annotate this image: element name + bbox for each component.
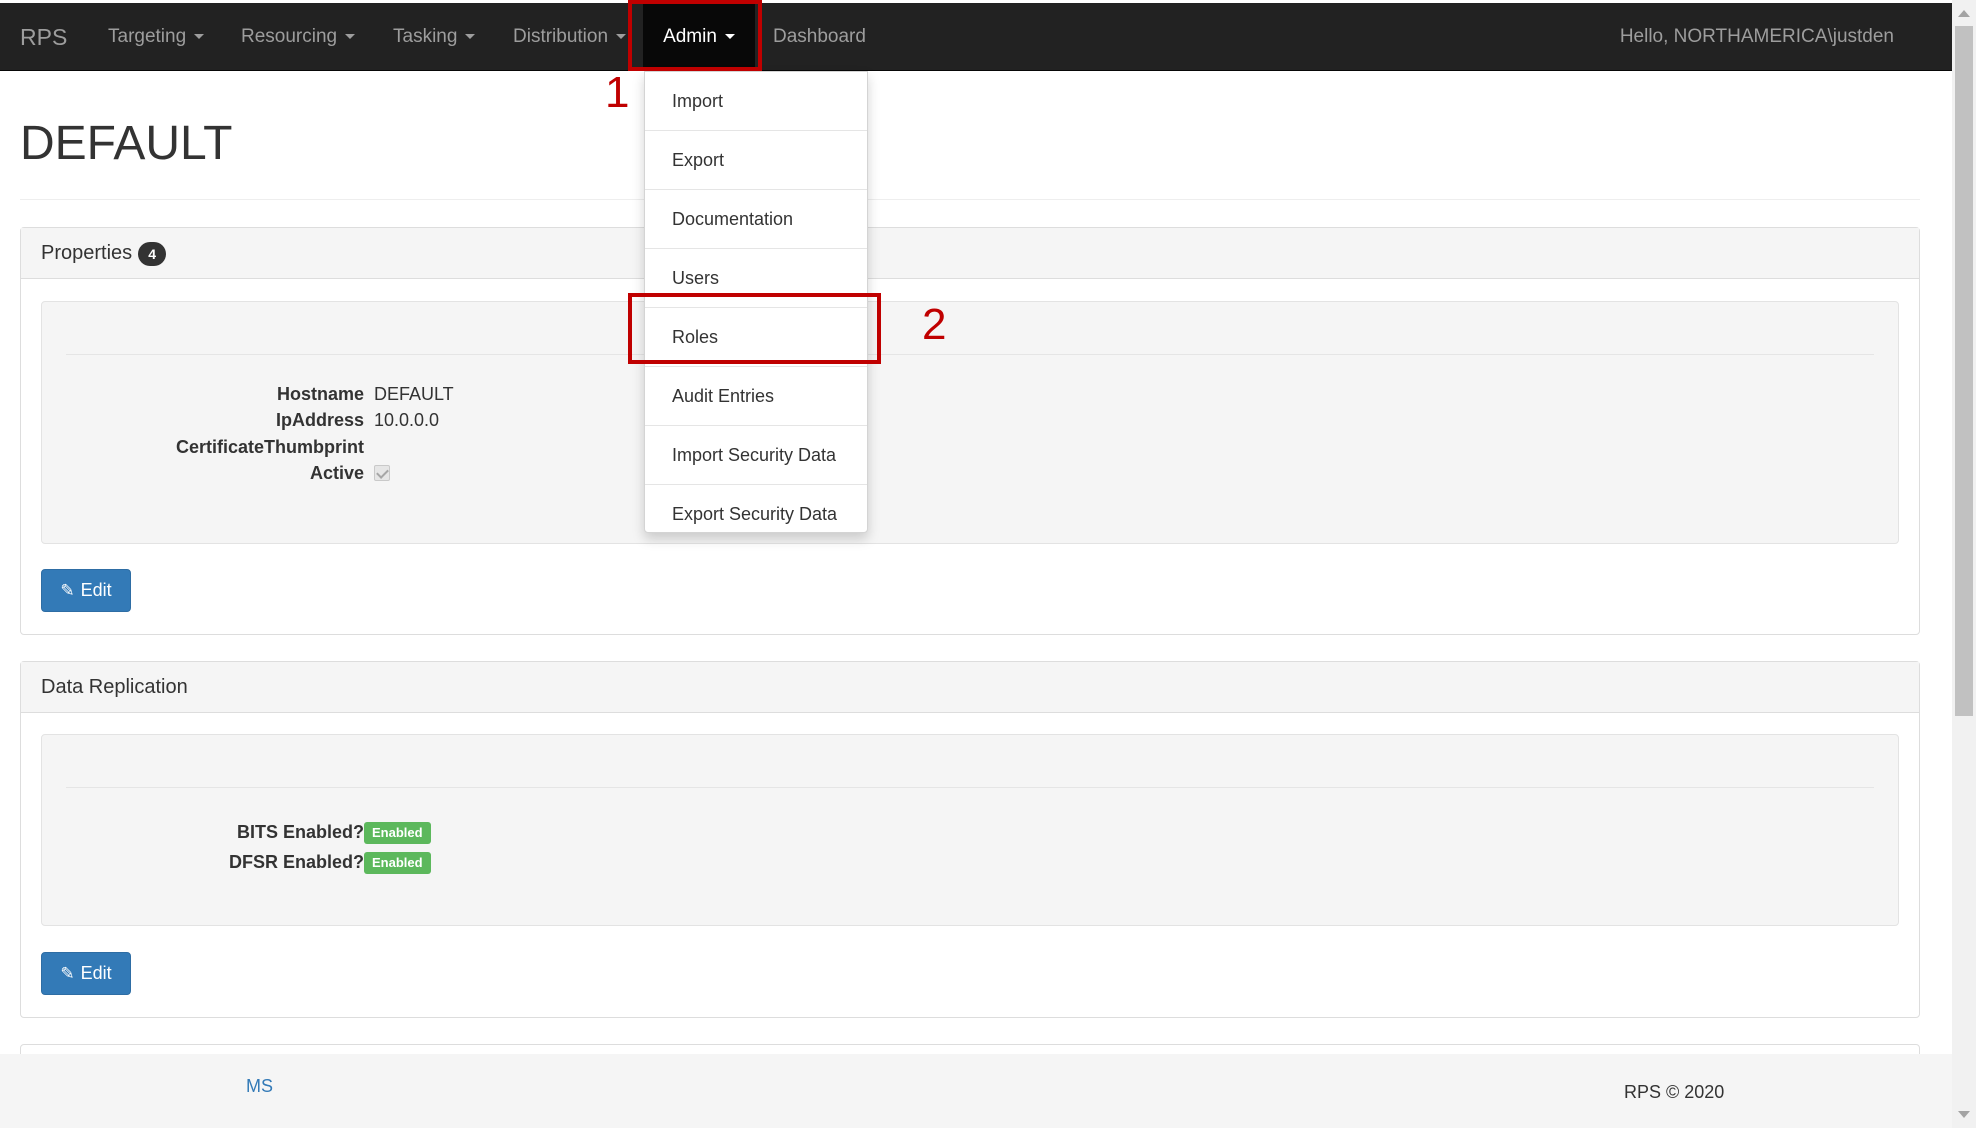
caret-down-icon <box>345 34 356 40</box>
active-checkbox <box>374 465 390 481</box>
field-label: Hostname <box>276 384 364 404</box>
footer-copyright: RPS © 2020 <box>1624 1082 1725 1102</box>
nav-dashboard[interactable]: Dashboard <box>773 3 866 71</box>
replication-panel-heading: Data Replication <box>21 662 1919 713</box>
properties-panel-heading: Properties 4 <box>21 228 1919 279</box>
menu-item-export-security-data[interactable]: Export Security Data <box>645 485 867 544</box>
properties-edit-button[interactable]: ✎ Edit <box>41 569 131 612</box>
menu-item-import[interactable]: Import <box>645 72 867 131</box>
nav-targeting[interactable]: Targeting <box>108 3 205 71</box>
top-navbar: RPS Targeting Resourcing Tasking Distrib… <box>0 3 1952 71</box>
vertical-scrollbar[interactable] <box>1952 0 1976 1128</box>
menu-item-documentation[interactable]: Documentation <box>645 190 867 249</box>
nav-distribution-label: Distribution <box>513 26 609 47</box>
caret-down-icon <box>616 34 627 40</box>
scroll-thumb[interactable] <box>1955 26 1973 716</box>
field-label: CertificateThumbprint <box>175 437 364 457</box>
scroll-up-arrow-icon[interactable] <box>1958 10 1970 17</box>
menu-item-export[interactable]: Export <box>645 131 867 190</box>
field-value: Enabled <box>364 847 431 877</box>
field-active: Active <box>42 460 1898 486</box>
title-divider <box>20 199 1920 200</box>
annotation-box-roles <box>628 293 881 364</box>
nav-resourcing-label: Resourcing <box>241 26 338 47</box>
properties-well: Hostname DEFAULT IpAddress 10.0.0.0 Cert… <box>41 301 1899 544</box>
well-divider <box>66 354 1874 355</box>
field-label: DFSR Enabled? <box>228 852 364 872</box>
properties-count-badge: 4 <box>138 241 167 266</box>
field-certificate-thumbprint: CertificateThumbprint <box>42 434 1898 460</box>
field-ipaddress: IpAddress 10.0.0.0 <box>42 407 1898 433</box>
field-hostname: Hostname DEFAULT <box>42 381 1898 407</box>
menu-item-audit-entries[interactable]: Audit Entries <box>645 367 867 426</box>
field-value <box>374 460 390 488</box>
page-title: DEFAULT <box>20 117 233 170</box>
scroll-down-arrow-icon[interactable] <box>1958 1111 1970 1118</box>
field-dfsr-enabled: DFSR Enabled? Enabled <box>42 847 1898 877</box>
field-bits-enabled: BITS Enabled? Enabled <box>42 817 1898 847</box>
status-badge: Enabled <box>364 822 431 845</box>
nav-tasking-label: Tasking <box>393 26 458 47</box>
replication-edit-button[interactable]: ✎ Edit <box>41 952 131 995</box>
field-value: 10.0.0.0 <box>374 410 440 430</box>
caret-down-icon <box>194 34 205 40</box>
replication-heading-text: Data Replication <box>41 676 188 698</box>
field-value: DEFAULT <box>374 384 454 404</box>
footer-ms-link[interactable]: MS <box>246 1076 273 1097</box>
field-label: Active <box>309 463 364 483</box>
nav-tasking[interactable]: Tasking <box>393 3 476 71</box>
field-label: BITS Enabled? <box>236 822 364 842</box>
brand-link[interactable]: RPS <box>20 3 67 71</box>
annotation-step-2: 2 <box>922 300 947 349</box>
status-badge: Enabled <box>364 852 431 875</box>
edit-button-label: Edit <box>80 963 112 983</box>
nav-distribution[interactable]: Distribution <box>513 3 627 71</box>
menu-item-import-security-data[interactable]: Import Security Data <box>645 426 867 485</box>
data-replication-panel: Data Replication BITS Enabled? Enabled D… <box>20 661 1920 1018</box>
replication-well: BITS Enabled? Enabled DFSR Enabled? Enab… <box>41 734 1899 926</box>
nav-resourcing[interactable]: Resourcing <box>241 3 356 71</box>
annotation-box-admin <box>628 0 762 71</box>
properties-panel: Properties 4 Hostname DEFAULT IpAddress 1… <box>20 227 1920 635</box>
edit-icon: ✎ <box>60 964 75 983</box>
field-label: IpAddress <box>275 410 364 430</box>
nav-targeting-label: Targeting <box>108 26 187 47</box>
caret-down-icon <box>465 34 476 40</box>
user-greeting[interactable]: Hello, NORTHAMERICA\justden <box>1620 3 1894 71</box>
well-divider <box>66 787 1874 788</box>
field-value: Enabled <box>364 817 431 847</box>
annotation-step-1: 1 <box>605 68 630 117</box>
page-footer: MS RPS © 2020 <box>0 1054 1952 1128</box>
edit-icon: ✎ <box>60 581 75 600</box>
edit-button-label: Edit <box>80 580 112 600</box>
properties-heading-text: Properties <box>41 242 133 264</box>
